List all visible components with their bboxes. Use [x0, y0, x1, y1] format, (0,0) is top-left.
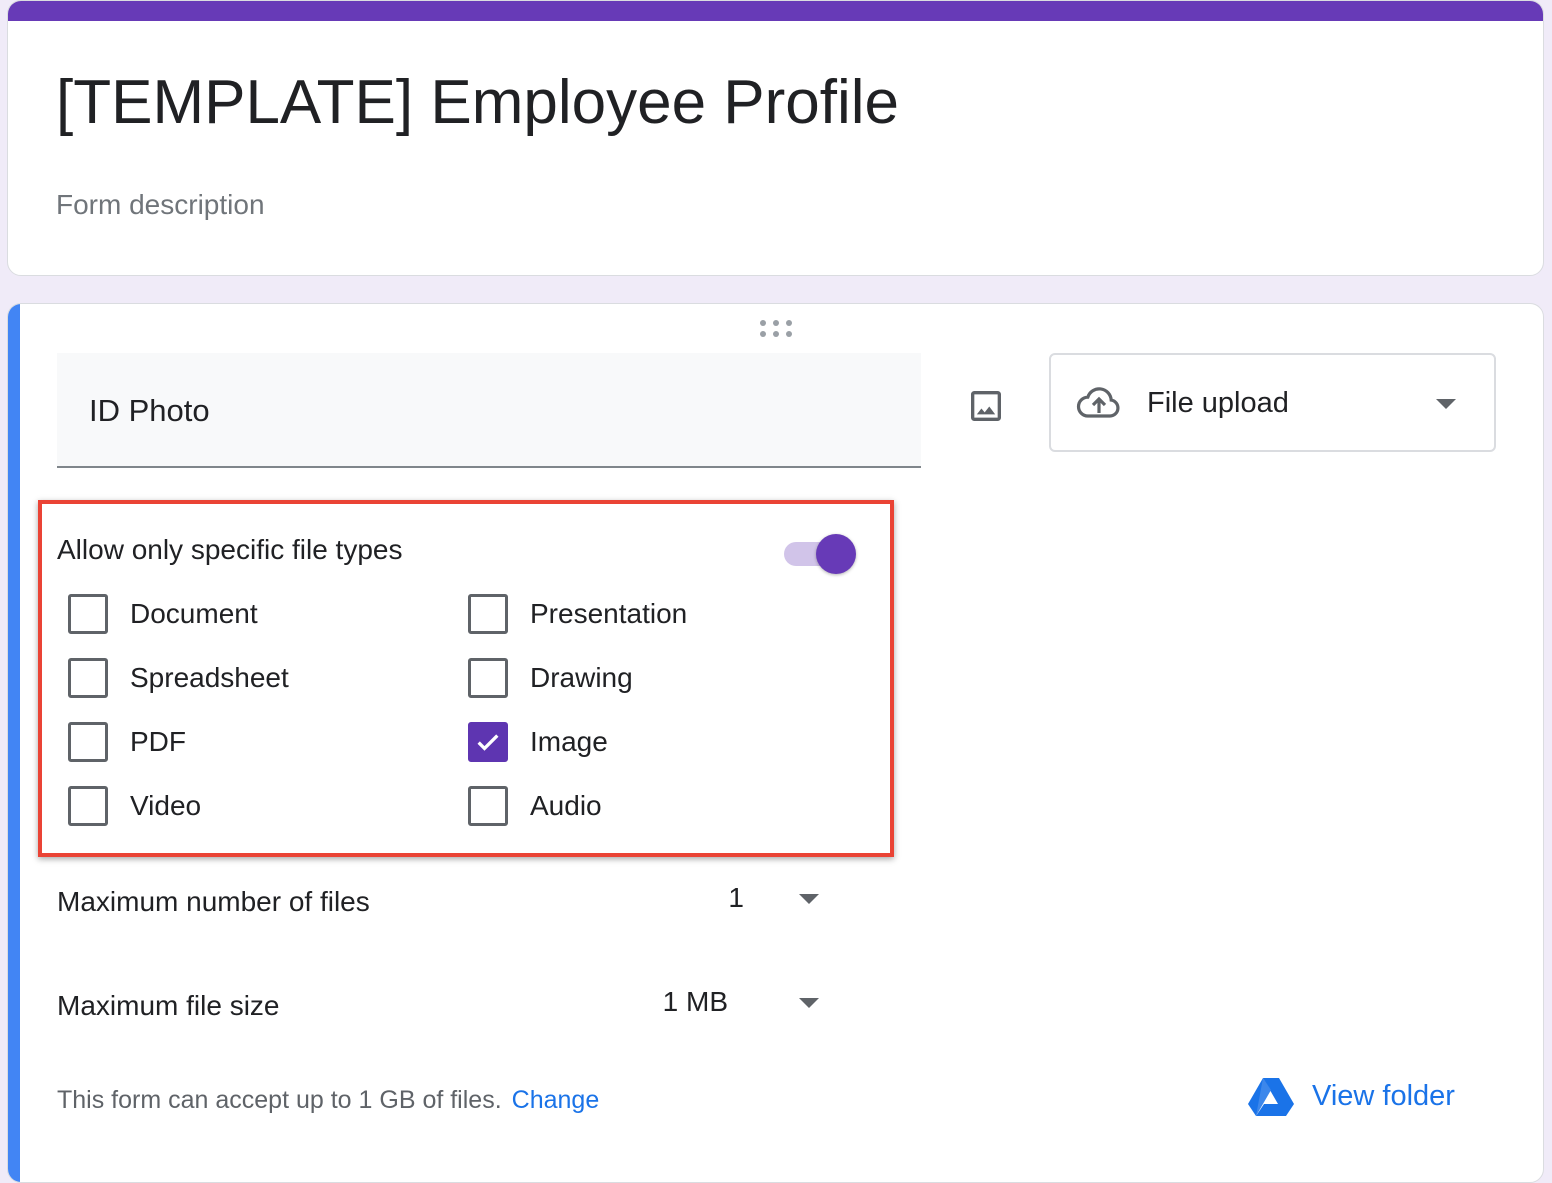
- pdf-checkbox[interactable]: [68, 722, 108, 762]
- pdf-label: PDF: [130, 726, 186, 757]
- form-title[interactable]: [TEMPLATE] Employee Profile: [56, 67, 899, 139]
- question-card: ID Photo File upload Allow only specific…: [7, 303, 1544, 1183]
- file-type-spreadsheet-option[interactable]: Spreadsheet: [68, 656, 289, 700]
- file-type-image-option[interactable]: Image: [468, 720, 608, 764]
- cloud-upload-icon: [1076, 387, 1120, 418]
- change-link[interactable]: Change: [512, 1086, 600, 1114]
- capacity-note: This form can accept up to 1 GB of files…: [57, 1082, 599, 1118]
- capacity-text: This form can accept up to 1 GB of files…: [57, 1086, 502, 1114]
- chevron-down-icon: [1436, 399, 1456, 409]
- video-label: Video: [130, 790, 202, 821]
- max-files-label: Maximum number of files: [57, 886, 370, 917]
- file-type-video-option[interactable]: Video: [68, 784, 201, 828]
- header-accent-bar: [8, 1, 1543, 21]
- max-size-chevron-down-icon[interactable]: [799, 998, 819, 1010]
- view-folder-label: View folder: [1312, 1079, 1455, 1112]
- file-type-drawing-option[interactable]: Drawing: [468, 656, 633, 700]
- add-image-button[interactable]: [958, 378, 1014, 434]
- image-label: Image: [530, 726, 608, 757]
- audio-label: Audio: [530, 790, 602, 821]
- video-checkbox[interactable]: [68, 786, 108, 826]
- toggle-thumb: [816, 534, 856, 574]
- file-type-pdf-option[interactable]: PDF: [68, 720, 186, 764]
- image-checkbox[interactable]: [468, 722, 508, 762]
- form-description-field[interactable]: Form description: [56, 187, 265, 223]
- question-title-input[interactable]: ID Photo: [57, 353, 921, 468]
- file-type-document-option[interactable]: Document: [68, 592, 258, 636]
- presentation-label: Presentation: [530, 598, 688, 629]
- allow-file-types-label: Allow only specific file types: [57, 534, 403, 565]
- file-type-audio-option[interactable]: Audio: [468, 784, 602, 828]
- document-checkbox[interactable]: [68, 594, 108, 634]
- google-drive-icon: [1248, 1078, 1294, 1116]
- image-icon: [971, 391, 1001, 421]
- spreadsheet-checkbox[interactable]: [68, 658, 108, 698]
- drawing-checkbox[interactable]: [468, 658, 508, 698]
- allow-file-types-toggle[interactable]: [782, 530, 858, 574]
- file-type-presentation-option[interactable]: Presentation: [468, 592, 687, 636]
- max-files-value[interactable]: 1: [624, 878, 744, 918]
- drawing-label: Drawing: [530, 662, 633, 693]
- max-size-label: Maximum file size: [57, 990, 280, 1021]
- max-files-chevron-down-icon[interactable]: [799, 894, 819, 906]
- drag-handle-icon[interactable]: [760, 320, 796, 340]
- max-size-value[interactable]: 1 MB: [608, 982, 728, 1022]
- question-type-label: File upload: [1147, 387, 1289, 419]
- question-type-dropdown[interactable]: File upload: [1049, 353, 1496, 452]
- presentation-checkbox[interactable]: [468, 594, 508, 634]
- spreadsheet-label: Spreadsheet: [130, 662, 289, 693]
- checkmark-icon: [477, 734, 499, 751]
- document-label: Document: [130, 598, 258, 629]
- question-focus-bar: [8, 304, 20, 1182]
- view-folder-link[interactable]: View folder: [1248, 1072, 1455, 1120]
- audio-checkbox[interactable]: [468, 786, 508, 826]
- form-header-card: [TEMPLATE] Employee Profile Form descrip…: [7, 0, 1544, 276]
